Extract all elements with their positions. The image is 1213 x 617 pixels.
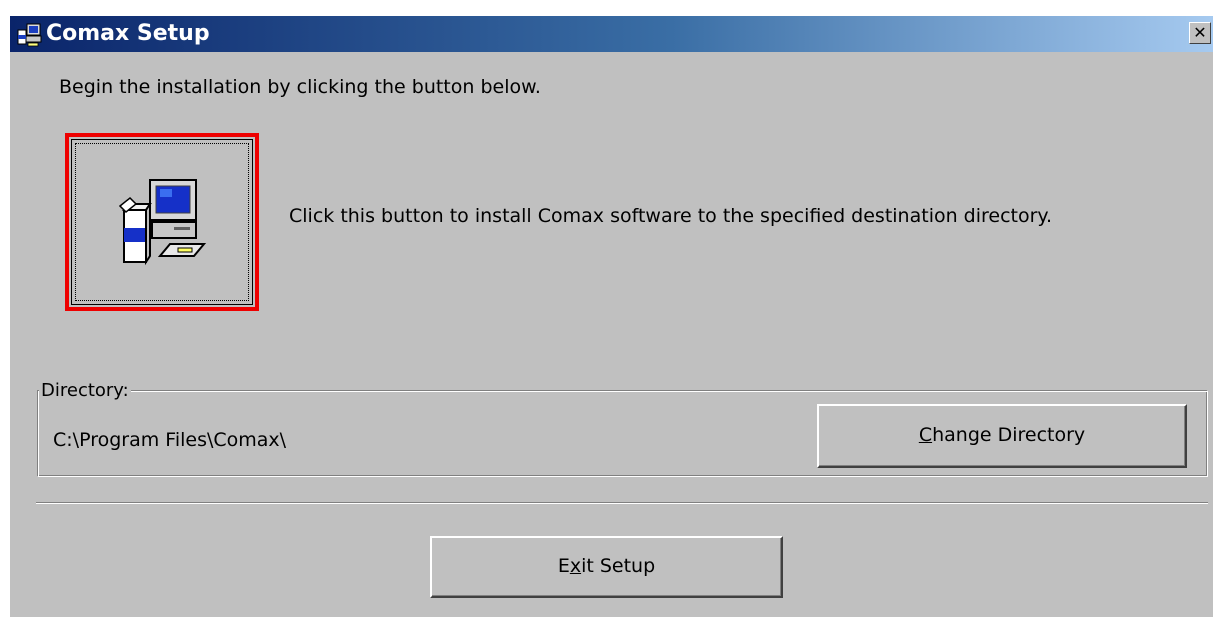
title-bar[interactable]: Comax Setup ✕	[10, 16, 1213, 52]
install-computer-icon	[118, 179, 207, 266]
exit-setup-button[interactable]: Exit Setup	[430, 536, 783, 598]
exit-setup-prefix: E	[557, 555, 570, 577]
exit-setup-mnemonic: x	[569, 555, 582, 577]
install-button-focus-frame	[65, 133, 259, 311]
change-directory-button[interactable]: Change Directory	[817, 404, 1187, 468]
change-directory-rest: hange Directory	[932, 424, 1086, 446]
setup-computer-icon	[17, 23, 42, 47]
close-icon: ✕	[1193, 23, 1207, 42]
directory-path: C:\Program Files\Comax\	[53, 429, 287, 451]
install-description: Click this button to install Comax softw…	[289, 205, 1053, 227]
exit-setup-rest: it Setup	[581, 555, 656, 577]
directory-label: Directory:	[39, 380, 131, 401]
separator-line	[36, 502, 1208, 504]
intro-text: Begin the installation by clicking the b…	[59, 76, 541, 98]
setup-window: Comax Setup ✕ Begin the installation by …	[10, 16, 1213, 617]
install-button[interactable]	[71, 139, 253, 305]
window-title: Comax Setup	[46, 21, 210, 46]
close-button[interactable]: ✕	[1189, 22, 1211, 44]
change-directory-mnemonic: C	[918, 424, 933, 446]
